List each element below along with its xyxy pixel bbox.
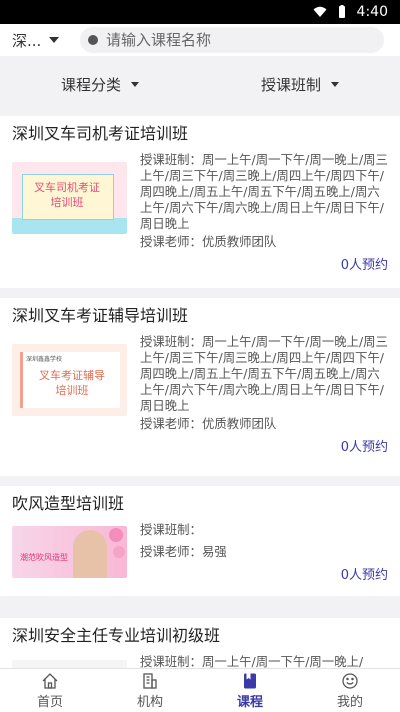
thumbnail-school-name: 深圳鑫鑫学校 — [26, 356, 63, 363]
course-card[interactable]: 深圳叉车司机考证培训班 叉车司机考证 培训班 授课班制：周一上午/周一下午/周一… — [0, 116, 400, 288]
smiley-icon — [342, 672, 358, 689]
course-schedule: 授课班制：周一上午/周一下午/周一晚上/周三上午/周三下午/周三晚上/周四上午/… — [140, 334, 388, 413]
city-label: 深... — [12, 31, 42, 50]
thumbnail-text: 潮范吹风造型 — [20, 553, 68, 562]
course-teacher: 授课老师：优质教师团队 — [140, 416, 277, 431]
chevron-down-icon — [49, 37, 60, 43]
booking-count: 0人预约 — [340, 258, 388, 273]
course-thumbnail: 深圳鑫鑫学校 叉车考证辅导 培训班 — [12, 344, 127, 416]
nav-label: 我的 — [336, 694, 363, 710]
course-title: 吹风造型培训班 — [12, 494, 125, 513]
status-time: 4:40 — [356, 4, 388, 20]
filter-label: 课程分类 — [60, 75, 121, 94]
building-icon — [143, 672, 157, 689]
search-box[interactable] — [80, 27, 384, 53]
filter-label: 授课班制 — [260, 75, 321, 94]
chevron-down-icon — [131, 81, 139, 87]
search-header: 深... — [0, 24, 400, 56]
home-icon — [42, 672, 58, 689]
status-bar: 4:40 — [0, 0, 400, 24]
course-schedule: 授课班制： — [140, 522, 202, 537]
nav-label: 课程 — [236, 694, 263, 710]
booking-count: 0人预约 — [340, 568, 388, 583]
course-title: 深圳安全主任专业培训初级班 — [12, 626, 221, 645]
course-teacher: 授课老师：优质教师团队 — [140, 234, 277, 249]
course-card[interactable]: 深圳叉车考证辅导培训班 深圳鑫鑫学校 叉车考证辅导 培训班 授课班制：周一上午/… — [0, 298, 400, 476]
thumbnail-text: 叉车考证辅导 培训班 — [39, 369, 105, 397]
search-input[interactable] — [106, 31, 356, 49]
city-selector[interactable]: 深... — [12, 30, 72, 51]
battery-icon — [338, 5, 345, 18]
bottom-nav: 首页 机构 课程 我的 — [0, 668, 400, 712]
filter-bar: 课程分类 授课班制 — [0, 56, 400, 112]
wifi-icon — [313, 6, 327, 17]
nav-label: 首页 — [36, 694, 63, 710]
course-title: 深圳叉车考证辅导培训班 — [12, 306, 189, 325]
nav-home[interactable]: 首页 — [0, 669, 100, 712]
nav-label: 机构 — [136, 694, 163, 710]
filter-course-category[interactable]: 课程分类 — [0, 74, 200, 95]
search-icon — [88, 35, 98, 45]
nav-mine[interactable]: 我的 — [300, 669, 400, 712]
course-title: 深圳叉车司机考证培训班 — [12, 124, 189, 143]
thumbnail-text: 叉车司机考证 培训班 — [34, 181, 100, 209]
course-thumbnail: 叉车司机考证 培训班 — [12, 162, 127, 234]
course-teacher: 授课老师：易强 — [140, 544, 227, 559]
course-card[interactable]: 吹风造型培训班 潮范吹风造型 授课班制： 授课老师：易强 0人预约 — [0, 486, 400, 596]
chevron-down-icon — [331, 81, 339, 87]
book-icon — [244, 673, 256, 688]
booking-count: 0人预约 — [340, 440, 388, 455]
nav-institution[interactable]: 机构 — [100, 669, 200, 712]
filter-class-schedule[interactable]: 授课班制 — [200, 74, 400, 95]
course-thumbnail: 潮范吹风造型 — [12, 526, 127, 578]
course-schedule: 授课班制：周一上午/周一下午/周一晚上/周三上午/周三下午/周三晚上/周四上午/… — [140, 152, 388, 231]
nav-courses[interactable]: 课程 — [200, 669, 300, 712]
